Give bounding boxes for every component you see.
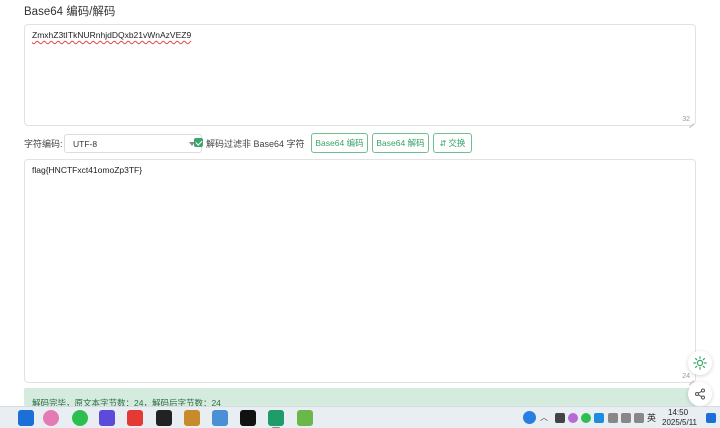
ime-indicator[interactable]: 英 xyxy=(647,411,656,424)
share-button[interactable] xyxy=(688,382,712,406)
page-title: Base64 编码/解码 xyxy=(24,6,116,18)
filter-checkbox[interactable] xyxy=(194,138,203,147)
wps-icon[interactable] xyxy=(127,410,143,426)
security-app-icon[interactable] xyxy=(156,410,172,426)
volume-icon[interactable] xyxy=(621,413,631,423)
charset-value: UTF-8 xyxy=(73,139,98,149)
chevron-up-icon[interactable]: ︿ xyxy=(540,412,548,423)
app-icon[interactable] xyxy=(297,410,313,426)
status-bar: 解码完毕，原文本字节数：24，解码后字节数：24 xyxy=(24,388,696,408)
app-icon[interactable] xyxy=(184,410,200,426)
taskbar-app-icon[interactable] xyxy=(18,410,34,426)
notification-icon[interactable] xyxy=(706,413,716,423)
app-icon[interactable] xyxy=(240,410,256,426)
swap-arrows-icon: ⇵ xyxy=(439,139,447,148)
clock-date[interactable]: 2025/5/11 xyxy=(662,418,697,427)
cat-app-icon[interactable] xyxy=(43,410,59,426)
resize-handle[interactable] xyxy=(688,118,694,124)
wifi-icon[interactable] xyxy=(608,413,618,423)
share-icon xyxy=(695,388,705,400)
charset-select[interactable]: UTF-8 xyxy=(64,134,202,153)
resize-handle[interactable] xyxy=(688,375,694,381)
swap-button[interactable]: ⇵ 交换 xyxy=(433,133,472,153)
clock-time[interactable]: 14:50 xyxy=(668,408,688,417)
taskbar: ︿ 英 14:50 2025/5/11 xyxy=(0,406,720,428)
filter-label[interactable]: 解码过滤非 Base64 字符 xyxy=(206,137,305,150)
swap-label: 交换 xyxy=(448,138,466,148)
base64-tool-page: Base64 编码/解码 ZmxhZ3tITkNURnhjdDQxb21vWnA… xyxy=(0,0,720,428)
input-textarea[interactable]: ZmxhZ3tITkNURnhjdDQxb21vWnAzVEZ9 32 xyxy=(24,24,696,126)
help-icon[interactable] xyxy=(523,411,536,424)
decode-button[interactable]: Base64 解码 xyxy=(372,133,429,153)
wechat-icon[interactable] xyxy=(72,410,88,426)
battery-icon[interactable] xyxy=(634,413,644,423)
theme-toggle-button[interactable] xyxy=(688,351,712,375)
output-textarea[interactable]: flag{HNCTFxct41omoZp3TF} 24 xyxy=(24,159,696,383)
tray-app-icon[interactable] xyxy=(594,413,604,423)
toolbar: 字符编码: UTF-8 解码过滤非 Base64 字符 Base64 编码 Ba… xyxy=(24,133,696,153)
input-text: ZmxhZ3tITkNURnhjdDQxb21vWnAzVEZ9 xyxy=(32,30,192,40)
app-icon[interactable] xyxy=(99,410,115,426)
sun-icon xyxy=(693,356,707,370)
encode-button[interactable]: Base64 编码 xyxy=(311,133,368,153)
tray-app-icon[interactable] xyxy=(568,413,578,423)
charset-label: 字符编码: xyxy=(24,139,63,149)
output-text: flag{HNCTFxct41omoZp3TF} xyxy=(32,165,143,175)
notes-app-icon[interactable] xyxy=(212,410,228,426)
tray-app-icon[interactable] xyxy=(555,413,565,423)
pycharm-icon[interactable] xyxy=(268,410,284,426)
wechat-tray-icon[interactable] xyxy=(581,413,591,423)
